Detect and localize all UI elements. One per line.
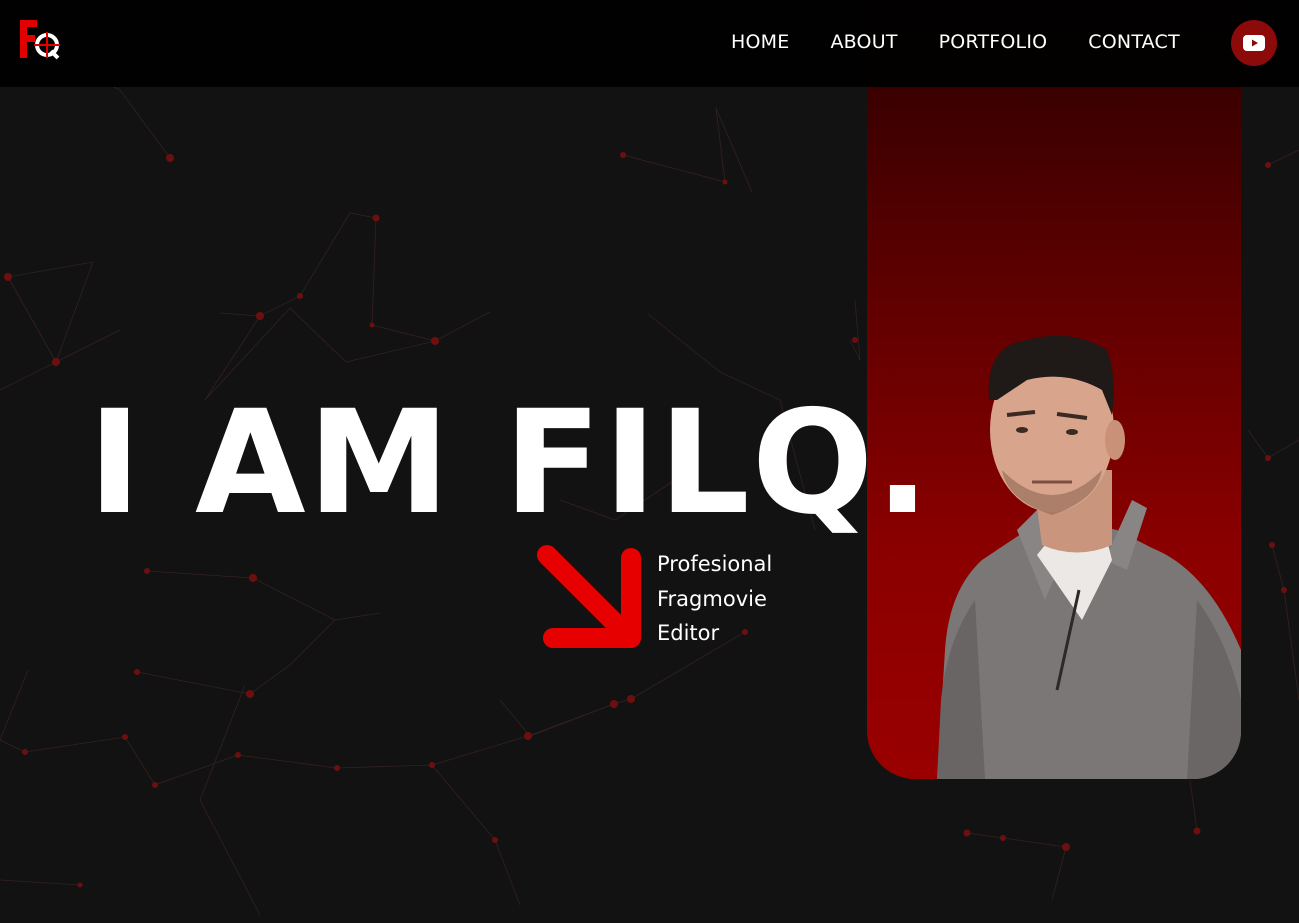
subtitle-line: Fragmovie [657,586,767,611]
main-nav: HOME ABOUT PORTFOLIO CONTACT [731,29,1221,55]
arrow-down-right-icon [537,545,641,648]
logo-icon [20,20,60,60]
hero-subtitle: Profesional Fragmovie Editor [657,547,772,651]
youtube-icon [1243,35,1265,51]
nav-about[interactable]: ABOUT [830,29,897,55]
logo[interactable] [20,20,62,62]
subtitle-line: Editor [657,621,720,645]
subtitle-line: Profesional [657,552,773,576]
nav-contact[interactable]: CONTACT [1088,29,1180,55]
site-header: HOME ABOUT PORTFOLIO CONTACT [0,0,1299,87]
hero-title: I AM FILQ. [88,379,932,546]
nav-home[interactable]: HOME [731,29,789,55]
youtube-button[interactable] [1231,20,1277,66]
nav-portfolio[interactable]: PORTFOLIO [939,29,1048,55]
